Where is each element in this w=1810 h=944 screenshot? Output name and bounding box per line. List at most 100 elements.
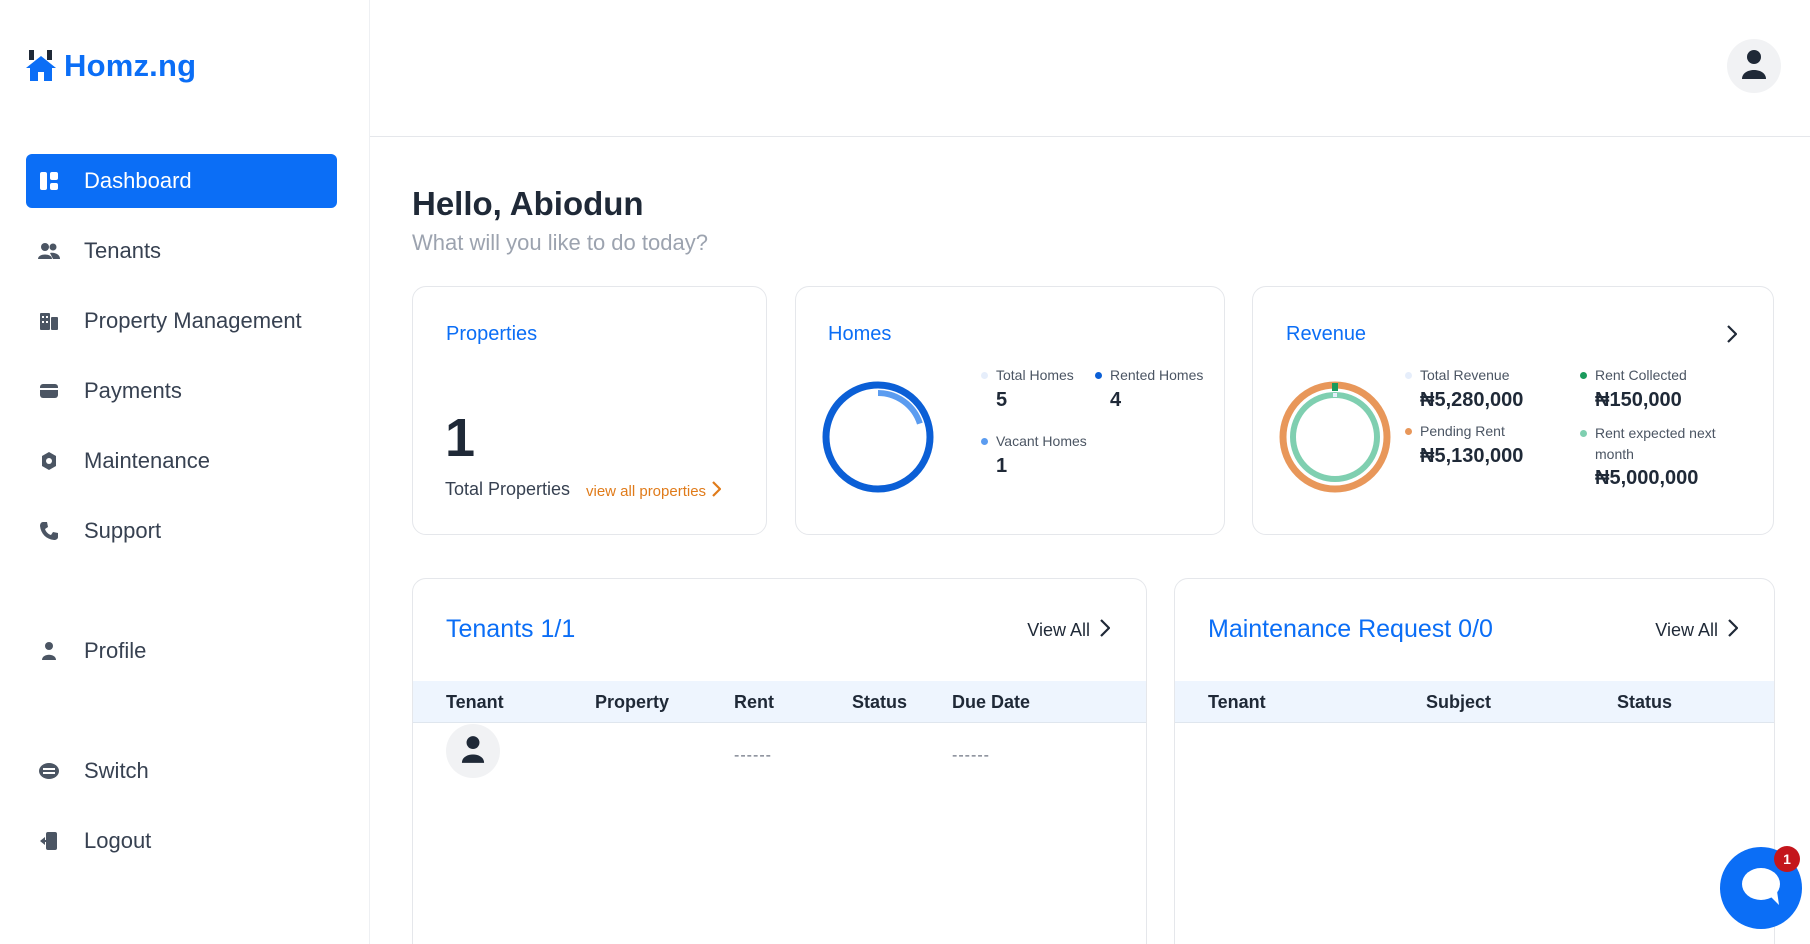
rent-expected-value: ₦5,000,000: [1595, 467, 1699, 489]
sidebar: Homz.ng Dashboard Tenants Property Manag…: [0, 0, 370, 944]
vacant-homes-arc: [831, 390, 925, 484]
sidebar-item-support[interactable]: Support: [26, 504, 337, 558]
phone-icon: [38, 520, 60, 542]
sidebar-item-dashboard[interactable]: Dashboard: [26, 154, 337, 208]
maintenance-view-all-button[interactable]: View All: [1655, 619, 1739, 642]
brand-logo[interactable]: Homz.ng: [26, 48, 196, 84]
view-all-properties-label: view all properties: [586, 482, 707, 500]
sidebar-item-label: Property Management: [84, 308, 302, 333]
total-properties-label: Total Properties: [445, 479, 571, 499]
column-header: Due Date: [952, 692, 1031, 712]
profile-avatar-button[interactable]: [1727, 39, 1781, 93]
tenants-title: Tenants 1/1: [446, 615, 576, 643]
legend-dot: [1405, 371, 1412, 379]
legend-total-homes: Total Homes 5: [981, 367, 1074, 412]
view-all-label: View All: [1027, 620, 1090, 640]
sidebar-item-logout[interactable]: Logout: [26, 814, 337, 868]
legend-dot: [1580, 371, 1587, 379]
sidebar-item-tenants[interactable]: Tenants: [26, 224, 337, 278]
revenue-donut-chart: [1279, 381, 1391, 493]
legend-label: Rent Collected: [1595, 367, 1687, 383]
sidebar-item-label: Profile: [84, 638, 147, 663]
column-header: Status: [1617, 692, 1673, 712]
homes-card-title: Homes: [828, 323, 892, 345]
users-icon: [38, 240, 60, 262]
sidebar-nav: Dashboard Tenants Property Management Pa…: [26, 154, 337, 884]
pending-rent-arc: [1279, 381, 1391, 493]
sidebar-item-label: Switch: [84, 758, 149, 783]
sidebar-item-switch[interactable]: Switch: [26, 744, 337, 798]
sidebar-item-property-management[interactable]: Property Management: [26, 294, 337, 348]
sidebar-item-label: Dashboard: [84, 168, 192, 193]
sidebar-item-label: Support: [84, 518, 162, 543]
view-all-label: View All: [1655, 620, 1718, 640]
legend-dot: [981, 437, 988, 445]
greeting-subtitle: What will you like to do today?: [412, 230, 708, 255]
legend-label: Total Revenue: [1420, 367, 1510, 383]
legend-label: Total Homes: [996, 367, 1074, 383]
legend-dot: [981, 371, 988, 379]
legend-label: Vacant Homes: [996, 433, 1087, 449]
tenants-card: Tenants 1/1 View All Tenant Property Ren…: [412, 578, 1147, 944]
rent-collected-arc: [1332, 383, 1338, 391]
greeting-title: Hello, Abiodun: [412, 185, 644, 222]
total-homes-value: 5: [996, 389, 1008, 411]
chevron-right-icon[interactable]: [1727, 325, 1738, 348]
column-header: Property: [595, 692, 670, 712]
sidebar-item-payments[interactable]: Payments: [26, 364, 337, 418]
sidebar-item-label: Payments: [84, 378, 182, 403]
column-header: Subject: [1426, 692, 1492, 712]
legend-label: Rented Homes: [1110, 367, 1204, 383]
homes-card: Homes Total Homes 5 Rented Homes 4 Vacan…: [795, 286, 1225, 535]
properties-card: Properties 1 Total Properties view all p…: [412, 286, 767, 535]
properties-card-title: Properties: [446, 323, 538, 345]
column-header: Tenant: [1208, 692, 1266, 712]
sidebar-item-label: Logout: [84, 828, 152, 853]
wallet-icon: [38, 380, 60, 402]
revenue-card-title: Revenue: [1286, 323, 1367, 345]
user-avatar-icon: [1741, 49, 1767, 84]
properties-count: 1: [445, 408, 476, 468]
total-revenue-marker: [1333, 393, 1337, 397]
building-icon: [38, 310, 60, 332]
legend-vacant-homes: Vacant Homes 1: [981, 433, 1087, 478]
chevron-right-icon: [712, 481, 722, 501]
column-header: Status: [852, 692, 908, 712]
gear-icon: [38, 450, 60, 472]
chevron-right-icon: [1728, 619, 1739, 642]
logout-icon: [38, 830, 60, 852]
sidebar-item-label: Tenants: [84, 238, 162, 263]
tenant-avatar: [446, 724, 500, 778]
maintenance-card: Maintenance Request 0/0 View All Tenant …: [1174, 578, 1775, 944]
chat-bubble-icon: [1739, 865, 1783, 912]
pending-rent-value: ₦5,130,000: [1420, 445, 1524, 467]
legend-total-revenue: Total Revenue ₦5,280,000: [1405, 367, 1523, 412]
top-bar: [370, 0, 1810, 137]
rent-expected-arc: [1290, 392, 1380, 482]
maintenance-title: Maintenance Request 0/0: [1208, 615, 1493, 643]
dashboard-icon: [38, 170, 60, 192]
rent-cell: ------: [734, 747, 772, 764]
legend-dot: [1405, 427, 1412, 435]
vacant-homes-value: 1: [996, 455, 1008, 477]
legend-rent-collected: Rent Collected ₦150,000: [1580, 367, 1687, 412]
user-avatar-icon: [461, 735, 485, 768]
legend-label: Rent expected next month: [1595, 425, 1716, 462]
brand-name: Homz.ng: [64, 48, 197, 83]
legend-dot: [1580, 430, 1587, 437]
user-icon: [38, 640, 60, 662]
legend-pending-rent: Pending Rent ₦5,130,000: [1405, 423, 1523, 468]
column-header: Tenant: [446, 692, 504, 712]
sidebar-item-maintenance[interactable]: Maintenance: [26, 434, 337, 488]
legend-label: Pending Rent: [1420, 423, 1505, 439]
chat-notification-badge: 1: [1774, 846, 1800, 872]
revenue-card: Revenue Total Revenue ₦5,280,000 Rent Co…: [1252, 286, 1774, 535]
view-all-properties-link[interactable]: view all properties: [586, 481, 722, 501]
rented-homes-value: 4: [1110, 389, 1122, 411]
tenants-view-all-button[interactable]: View All: [1027, 619, 1111, 642]
legend-rented-homes: Rented Homes 4: [1095, 367, 1203, 412]
sidebar-item-label: Maintenance: [84, 448, 210, 473]
sidebar-item-profile[interactable]: Profile: [26, 624, 337, 678]
due-date-cell: ------: [952, 747, 990, 764]
rent-collected-value: ₦150,000: [1595, 389, 1682, 411]
